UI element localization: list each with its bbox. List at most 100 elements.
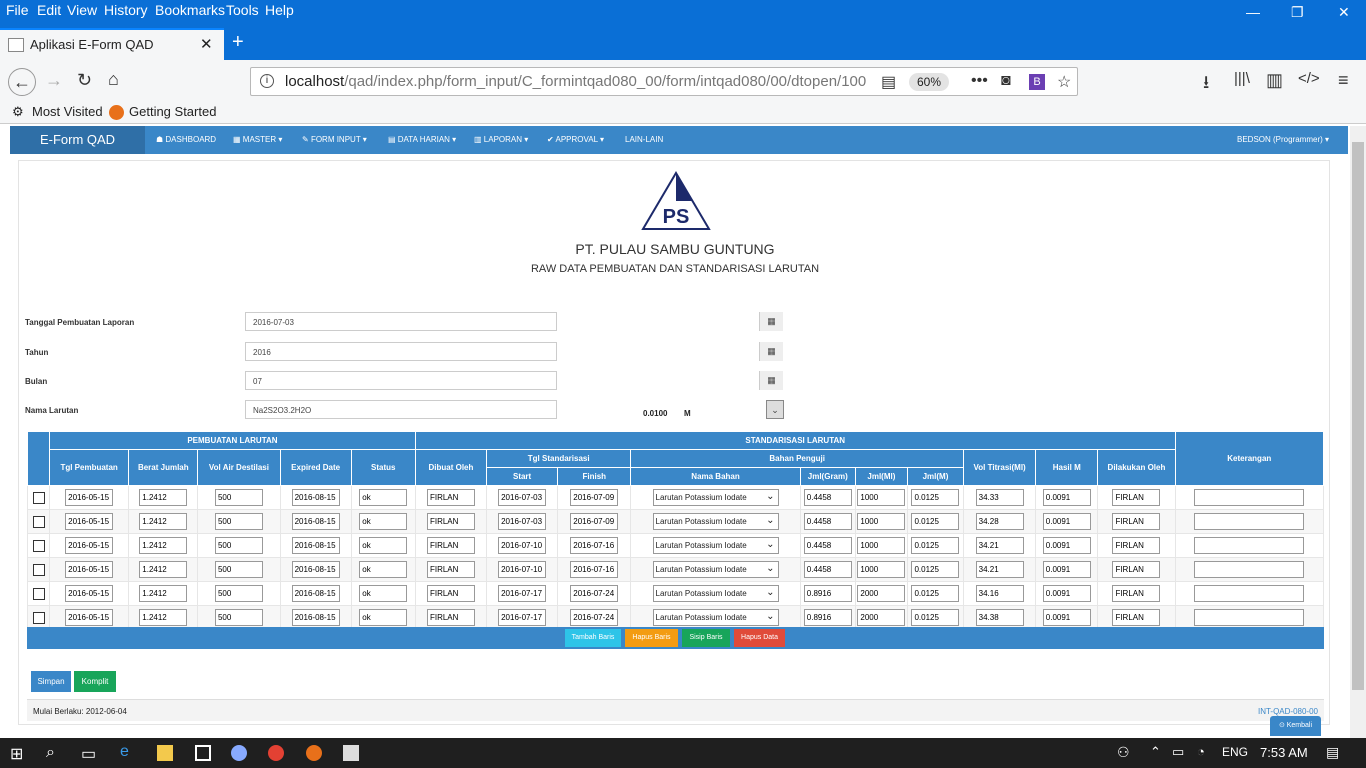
dibuat-oleh-input[interactable] [426, 609, 475, 626]
vol-titrasi-input[interactable] [975, 537, 1024, 554]
site-info-icon[interactable]: i [260, 74, 274, 88]
vol-air-input[interactable] [214, 609, 263, 626]
berat-jumlah-input[interactable] [139, 513, 188, 530]
row-checkbox[interactable] [32, 515, 45, 528]
keterangan-input[interactable] [1194, 513, 1305, 530]
bookmark-most-visited[interactable]: Most Visited [32, 104, 103, 119]
finish-input[interactable] [570, 489, 619, 506]
vol-titrasi-input[interactable] [975, 561, 1024, 578]
dilakukan-oleh-input[interactable] [1112, 537, 1161, 554]
expired-date-input[interactable] [291, 585, 340, 602]
finish-input[interactable] [570, 561, 619, 578]
app-brand[interactable]: E-Form QAD [10, 126, 145, 154]
nama-larutan-select[interactable]: Na2S2O3.2H2O ⌄ [245, 400, 784, 419]
nama-bahan-select[interactable]: Larutan Potassium Iodate ⌄ [652, 609, 779, 626]
menu-bookmarks[interactable]: Bookmarks [155, 2, 225, 18]
expired-date-input[interactable] [291, 537, 340, 554]
chevron-down-icon[interactable]: ⌄ [766, 587, 774, 598]
jml-m-input[interactable] [911, 537, 960, 554]
status-input[interactable] [359, 513, 408, 530]
sidebar-icon[interactable]: ▥ [1266, 70, 1283, 91]
page-actions-icon[interactable]: ••• [971, 72, 988, 90]
download-icon[interactable]: ⭳ [1203, 70, 1209, 100]
start-input[interactable] [498, 489, 547, 506]
vol-titrasi-input[interactable] [975, 513, 1024, 530]
status-input[interactable] [359, 609, 408, 626]
jml-m-input[interactable] [911, 585, 960, 602]
jml-gram-input[interactable] [803, 537, 852, 554]
menu-history[interactable]: History [104, 2, 148, 18]
paint-icon[interactable] [231, 745, 247, 761]
menu-edit[interactable]: Edit [37, 2, 61, 18]
vol-air-input[interactable] [214, 561, 263, 578]
nama-bahan-select[interactable]: Larutan Potassium Iodate ⌄ [652, 489, 779, 506]
status-input[interactable] [359, 537, 408, 554]
language-indicator[interactable]: ENG [1222, 745, 1248, 759]
search-icon[interactable]: ⌕ [46, 744, 55, 762]
hasil-m-input[interactable] [1042, 561, 1091, 578]
expired-date-input[interactable] [291, 513, 340, 530]
dibuat-oleh-input[interactable] [426, 585, 475, 602]
tgl-pembuatan-input[interactable] [65, 489, 114, 506]
page-scrollbar[interactable] [1350, 126, 1366, 738]
menu-tools[interactable]: Tools [226, 2, 259, 18]
reload-icon[interactable]: ↻ [77, 70, 92, 91]
sisip-baris-button[interactable]: Sisip Baris [682, 629, 730, 647]
jml-gram-input[interactable] [803, 585, 852, 602]
forward-arrow-icon[interactable]: → [45, 70, 63, 91]
bookmark-star-icon[interactable]: ☆ [1057, 72, 1071, 92]
berat-jumlah-input[interactable] [139, 585, 188, 602]
minimize-button[interactable]: — [1246, 4, 1260, 20]
start-input[interactable] [498, 561, 547, 578]
tanggal-input[interactable]: 2016-07-03 ▦ [245, 312, 783, 331]
dibuat-oleh-input[interactable] [426, 537, 475, 554]
tgl-pembuatan-input[interactable] [65, 513, 114, 530]
jml-ml-input[interactable] [857, 537, 906, 554]
firefox-taskbar-icon[interactable] [306, 745, 322, 761]
jml-ml-input[interactable] [857, 513, 906, 530]
jml-m-input[interactable] [911, 489, 960, 506]
vol-titrasi-input[interactable] [975, 585, 1024, 602]
extension-b-icon[interactable]: B [1029, 74, 1045, 90]
chevron-down-icon[interactable]: ⌄ [766, 400, 784, 419]
dilakukan-oleh-input[interactable] [1112, 489, 1161, 506]
chevron-down-icon[interactable]: ⌄ [766, 563, 774, 574]
hasil-m-input[interactable] [1042, 513, 1091, 530]
finish-input[interactable] [570, 537, 619, 554]
jml-ml-input[interactable] [857, 489, 906, 506]
simpan-button[interactable]: Simpan [31, 671, 71, 692]
keterangan-input[interactable] [1194, 585, 1305, 602]
start-input[interactable] [498, 585, 547, 602]
finish-input[interactable] [570, 609, 619, 626]
nav-master[interactable]: ▦ MASTER ▾ [233, 135, 282, 144]
tambah-baris-button[interactable]: Tambah Baris [565, 629, 621, 647]
task-view-icon[interactable]: ▭ [81, 744, 96, 764]
menu-view[interactable]: View [67, 2, 97, 18]
jml-m-input[interactable] [911, 561, 960, 578]
expired-date-input[interactable] [291, 609, 340, 626]
menu-file[interactable]: File [6, 2, 29, 18]
berat-jumlah-input[interactable] [139, 609, 188, 626]
jml-gram-input[interactable] [803, 513, 852, 530]
network-icon[interactable]: ◔ [1197, 744, 1205, 759]
status-input[interactable] [359, 585, 408, 602]
calendar-icon[interactable]: ▦ [759, 312, 783, 331]
close-window-button[interactable]: ✕ [1338, 4, 1350, 21]
dilakukan-oleh-input[interactable] [1112, 585, 1161, 602]
back-arrow-icon[interactable]: ← [8, 68, 36, 96]
jml-gram-input[interactable] [803, 609, 852, 626]
vol-titrasi-input[interactable] [975, 609, 1024, 626]
tgl-pembuatan-input[interactable] [65, 585, 114, 602]
dibuat-oleh-input[interactable] [426, 489, 475, 506]
hasil-m-input[interactable] [1042, 585, 1091, 602]
jml-ml-input[interactable] [857, 585, 906, 602]
calendar-icon[interactable]: ▦ [759, 342, 783, 361]
home-icon[interactable]: ⌂ [108, 69, 119, 90]
status-input[interactable] [359, 561, 408, 578]
jml-ml-input[interactable] [857, 609, 906, 626]
jml-gram-input[interactable] [803, 489, 852, 506]
chrome-icon[interactable] [268, 745, 284, 761]
start-input[interactable] [498, 513, 547, 530]
new-tab-button[interactable]: + [232, 31, 244, 54]
nama-bahan-select[interactable]: Larutan Potassium Iodate ⌄ [652, 513, 779, 530]
